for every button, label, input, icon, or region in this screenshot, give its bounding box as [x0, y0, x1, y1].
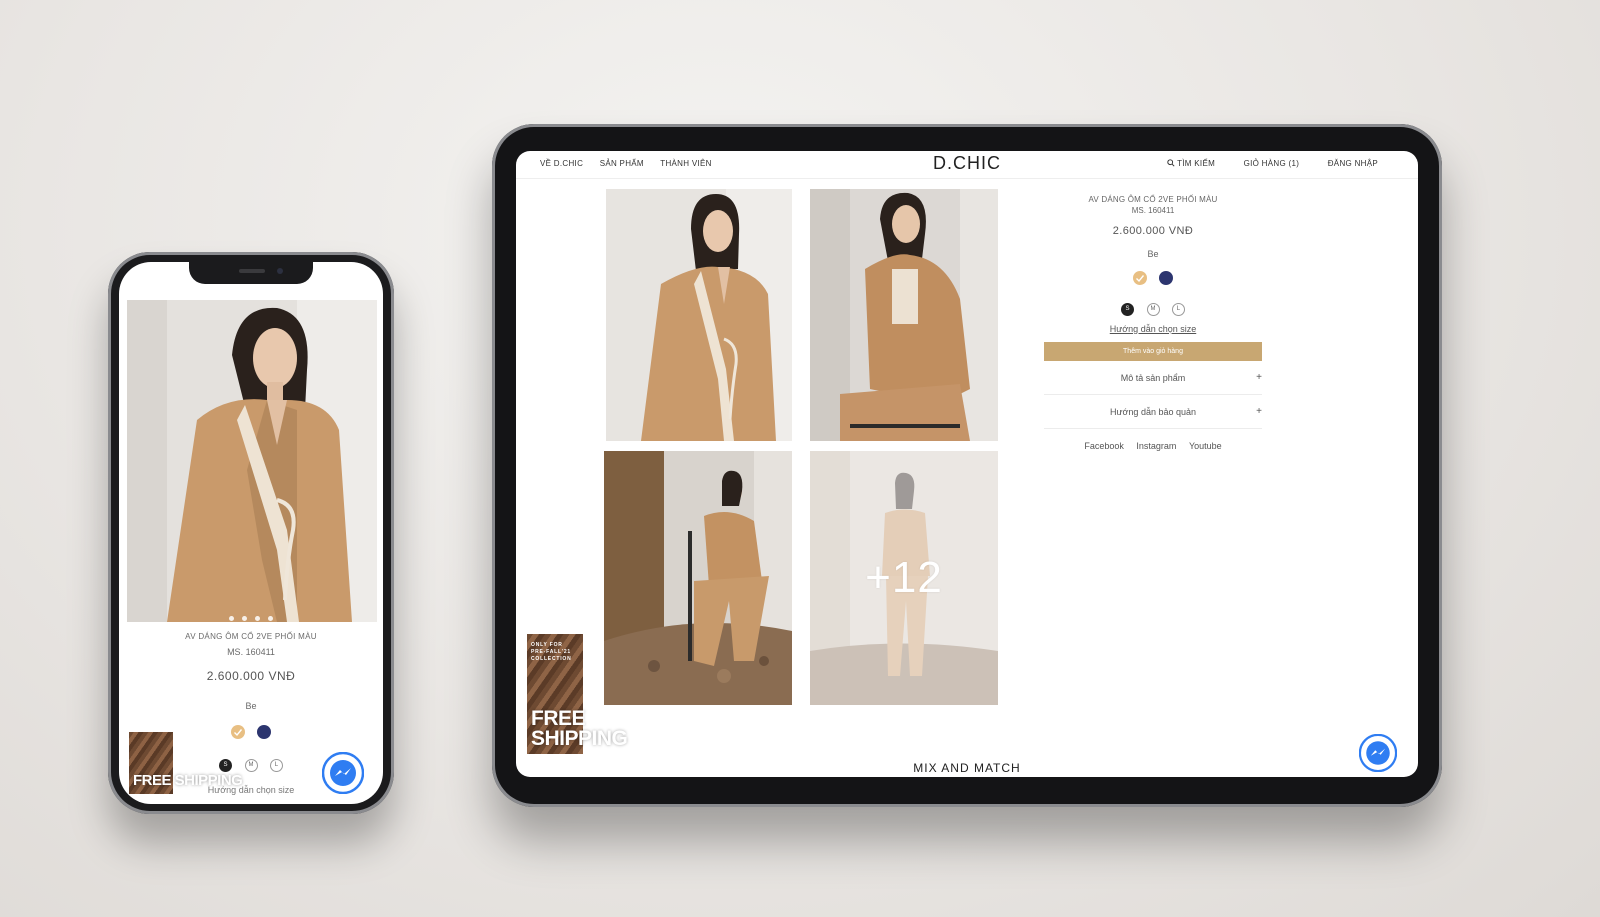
color-label: Be	[1147, 249, 1159, 259]
plus-icon: +	[1256, 371, 1262, 383]
social-links: Facebook Instagram Youtube	[1044, 441, 1262, 451]
banner-subtitle: ONLY FOR PRE-FALL'21 COLLECTION	[531, 642, 572, 662]
tablet-screen: VỀ D.CHIC SẢN PHẨM THÀNH VIÊN D.CHIC TÌM…	[516, 151, 1418, 777]
product-price: 2.600.000 VNĐ	[1112, 225, 1194, 237]
cart-link[interactable]: GIỎ HÀNG (1)	[1244, 159, 1300, 168]
size-options: S M L	[1044, 297, 1262, 316]
phone-notch	[189, 262, 313, 284]
tablet-device: VỀ D.CHIC SẢN PHẨM THÀNH VIÊN D.CHIC TÌM…	[492, 124, 1442, 807]
accordion-care-instructions[interactable]: Hướng dẫn bảo quản +	[1044, 395, 1262, 429]
carousel-dots[interactable]	[119, 608, 383, 626]
login-link[interactable]: ĐĂNG NHẬP	[1328, 159, 1378, 168]
size-l-button[interactable]: L	[1171, 302, 1185, 316]
top-navigation: VỀ D.CHIC SẢN PHẨM THÀNH VIÊN D.CHIC TÌM…	[516, 151, 1418, 179]
phone-device: AV DÁNG ÔM CỔ 2VE PHỐI MÀU MS. 160411 2.…	[108, 252, 394, 814]
product-price: 2.600.000 VNĐ	[206, 669, 296, 683]
plus-icon: +	[1256, 405, 1262, 417]
accordion-label: Hướng dẫn bảo quản	[1110, 406, 1196, 417]
search-label: TÌM KIẾM	[1177, 159, 1216, 168]
size-s-button[interactable]: S	[219, 758, 233, 772]
size-m-button[interactable]: M	[244, 758, 258, 772]
facebook-link[interactable]: Facebook	[1084, 441, 1124, 451]
color-label: Be	[245, 701, 257, 711]
gallery-image-2[interactable]	[810, 189, 998, 441]
gallery-image-1[interactable]	[606, 189, 792, 441]
swatch-beige[interactable]	[230, 724, 245, 739]
free-shipping-banner-text[interactable]: FREE SHIPPING	[531, 708, 628, 749]
size-s-button[interactable]: S	[1121, 302, 1135, 316]
accordion-label: Mô tả sản phẩm	[1120, 372, 1186, 383]
messenger-icon[interactable]	[1358, 733, 1398, 777]
youtube-link[interactable]: Youtube	[1189, 441, 1222, 451]
swatch-beige[interactable]	[1132, 270, 1147, 285]
swatch-navy[interactable]	[1159, 270, 1174, 285]
search-icon	[1167, 159, 1175, 167]
product-photo[interactable]	[127, 300, 377, 622]
instagram-link[interactable]: Instagram	[1136, 441, 1176, 451]
size-m-button[interactable]: M	[1146, 302, 1160, 316]
search-button[interactable]: TÌM KIẾM	[1167, 159, 1218, 168]
more-images-count[interactable]: +12	[810, 451, 998, 705]
product-info-panel: AV DÁNG ÔM CỔ 2VE PHỐI MÀU MS. 160411 2.…	[1044, 195, 1262, 451]
size-guide-link[interactable]: Hướng dẫn chọn size	[1044, 324, 1262, 334]
gallery-image-3[interactable]	[604, 451, 792, 705]
product-name: AV DÁNG ÔM CỔ 2VE PHỐI MÀU	[1088, 195, 1218, 204]
add-to-cart-button[interactable]: Thêm vào giỏ hàng	[1044, 341, 1262, 361]
product-code: MS. 160411	[1131, 206, 1175, 215]
accordion-product-description[interactable]: Mô tả sản phẩm +	[1044, 361, 1262, 395]
product-code: MS. 160411	[227, 647, 275, 657]
product-name: AV DÁNG ÔM CỔ 2VE PHỐI MÀU	[185, 632, 317, 641]
free-shipping-banner-text[interactable]: FREE SHIPPING	[133, 772, 243, 789]
gallery-image-4-more[interactable]: +12	[810, 451, 998, 705]
phone-screen: AV DÁNG ÔM CỔ 2VE PHỐI MÀU MS. 160411 2.…	[119, 262, 383, 804]
section-title: MIX AND MATCH	[913, 761, 1021, 775]
messenger-icon[interactable]	[321, 751, 365, 799]
swatch-navy[interactable]	[257, 724, 272, 739]
color-swatches	[1044, 269, 1262, 287]
size-l-button[interactable]: L	[269, 758, 283, 772]
